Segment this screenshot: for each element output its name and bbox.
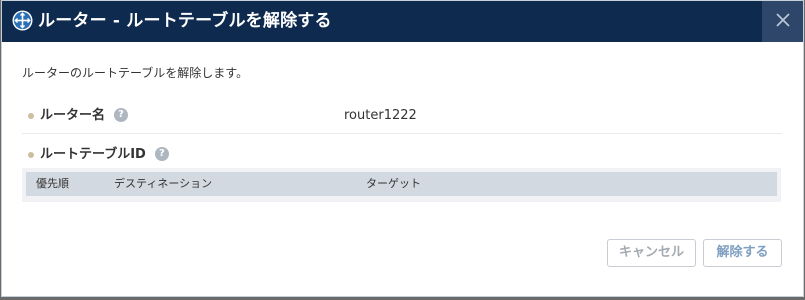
dialog-description: ルーターのルートテーブルを解除します。 bbox=[22, 66, 249, 80]
route-table: 優先順 デスティネーション ターゲット bbox=[22, 168, 781, 202]
help-icon[interactable]: ? bbox=[114, 107, 129, 122]
cancel-button[interactable]: キャンセル bbox=[607, 239, 696, 267]
table-header-row: 優先順 デスティネーション ターゲット bbox=[26, 172, 777, 196]
router-name-label: ルーター名? bbox=[40, 105, 129, 127]
route-table-id-label: ルートテーブルID? bbox=[40, 144, 169, 166]
dialog-titlebar: ルーター - ルートテーブルを解除する bbox=[2, 1, 803, 42]
column-header-priority[interactable]: 優先順 bbox=[36, 172, 69, 196]
bullet-dot bbox=[28, 152, 34, 158]
column-header-target[interactable]: ターゲット bbox=[366, 172, 421, 196]
close-icon bbox=[775, 12, 790, 31]
router-name-value: router1222 bbox=[344, 108, 417, 123]
bullet-dot bbox=[28, 113, 34, 119]
release-button[interactable]: 解除する bbox=[703, 239, 782, 267]
route-table-id-label-text: ルートテーブルID bbox=[40, 147, 146, 162]
close-button[interactable] bbox=[762, 1, 803, 42]
router-name-row: ルーター名? router1222 bbox=[22, 105, 782, 134]
help-icon[interactable]: ? bbox=[154, 146, 169, 161]
router-name-label-text: ルーター名 bbox=[40, 108, 106, 123]
route-table-id-row: ルートテーブルID? bbox=[22, 144, 782, 168]
column-header-destination[interactable]: デスティネーション bbox=[114, 172, 212, 196]
dialog-title: ルーター - ルートテーブルを解除する bbox=[38, 11, 332, 31]
router-icon bbox=[12, 10, 33, 31]
